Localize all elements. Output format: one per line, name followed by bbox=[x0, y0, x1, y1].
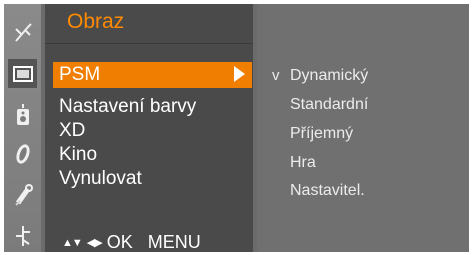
menu-item-nastaveni-barvy[interactable]: Nastavení barvy bbox=[59, 96, 196, 118]
input-icon[interactable] bbox=[8, 221, 37, 250]
checkmark-icon: v bbox=[272, 67, 280, 84]
option-standardni[interactable]: Standardní bbox=[290, 95, 368, 115]
menu-label: MENU bbox=[147, 232, 201, 252]
title-divider bbox=[45, 43, 253, 44]
menu-item-xd[interactable]: XD bbox=[59, 120, 85, 142]
clock-icon[interactable] bbox=[8, 139, 37, 168]
category-sidebar bbox=[4, 4, 41, 252]
up-down-arrows-icon: ▲▼ bbox=[62, 237, 83, 249]
menu-title: Obraz bbox=[67, 10, 125, 33]
ok-label: OK bbox=[106, 232, 133, 252]
option-nastavitel[interactable]: Nastavitel. bbox=[290, 181, 365, 201]
audio-icon[interactable] bbox=[8, 100, 37, 129]
menu-item-kino[interactable]: Kino bbox=[59, 144, 97, 166]
menu-item-psm[interactable]: PSM bbox=[59, 64, 100, 86]
picture-icon[interactable] bbox=[8, 59, 37, 88]
option-hra[interactable]: Hra bbox=[290, 153, 316, 173]
submenu-panel bbox=[257, 4, 469, 252]
navigation-hint: ▲▼ ◀▶ OK MENU bbox=[62, 232, 201, 253]
option-dynamicky[interactable]: Dynamický bbox=[290, 66, 368, 86]
option-prijemny[interactable]: Příjemný bbox=[290, 124, 353, 144]
left-right-arrows-icon: ◀▶ bbox=[86, 237, 103, 249]
menu-item-vynulovat[interactable]: Vynulovat bbox=[59, 168, 142, 190]
antenna-icon[interactable] bbox=[8, 18, 37, 47]
key-icon[interactable] bbox=[8, 180, 37, 209]
submenu-arrow-icon bbox=[234, 66, 245, 82]
